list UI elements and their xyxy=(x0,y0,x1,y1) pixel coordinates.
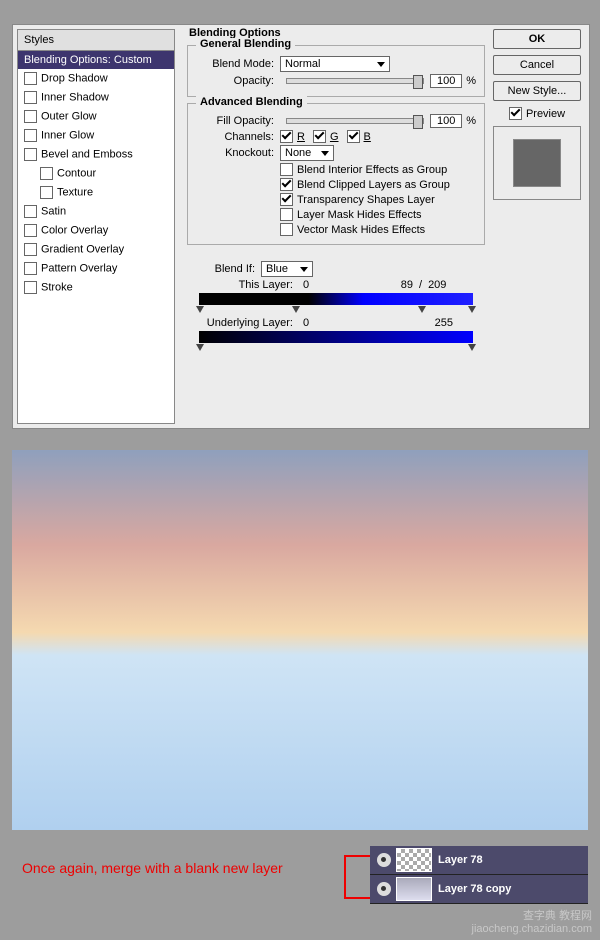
style-list-item[interactable]: Inner Shadow xyxy=(18,88,174,107)
annotation-text: Once again, merge with a blank new layer xyxy=(22,860,283,876)
clipped-layers-checkbox[interactable] xyxy=(280,178,293,191)
ok-button[interactable]: OK xyxy=(493,29,581,49)
interior-effects-checkbox[interactable] xyxy=(280,163,293,176)
dialog-buttons: OK Cancel New Style... Preview xyxy=(493,25,589,428)
style-list-item[interactable]: Color Overlay xyxy=(18,221,174,240)
style-checkbox[interactable] xyxy=(24,205,37,218)
underlying-layer-label: Underlying Layer: xyxy=(195,317,293,329)
chevron-down-icon xyxy=(321,151,329,156)
style-list-item[interactable]: Contour xyxy=(18,164,174,183)
vector-mask-checkbox[interactable] xyxy=(280,223,293,236)
chevron-down-icon xyxy=(300,267,308,272)
style-list-item[interactable]: Bevel and Emboss xyxy=(18,145,174,164)
style-checkbox[interactable] xyxy=(24,281,37,294)
style-list-item[interactable]: Gradient Overlay xyxy=(18,240,174,259)
blend-mode-label: Blend Mode: xyxy=(196,58,274,70)
layer-row[interactable]: Layer 78 xyxy=(370,846,588,875)
visibility-icon[interactable] xyxy=(377,882,391,896)
opacity-input[interactable]: 100 xyxy=(430,74,462,88)
blend-mode-select[interactable]: Normal xyxy=(280,56,390,72)
channels-label: Channels: xyxy=(196,131,274,143)
result-image xyxy=(12,450,588,830)
main-panel: Blending Options General Blending Blend … xyxy=(179,25,493,428)
blend-if-select[interactable]: Blue xyxy=(261,261,313,277)
preview-swatch xyxy=(513,139,561,187)
style-list-item[interactable]: Texture xyxy=(18,183,174,202)
style-checkbox[interactable] xyxy=(24,110,37,123)
blend-if-group: Blend If: Blue This Layer: 0 89 / 209 Un… xyxy=(187,251,485,349)
style-checkbox[interactable] xyxy=(24,91,37,104)
knockout-label: Knockout: xyxy=(196,147,274,159)
layer-thumbnail xyxy=(396,848,432,872)
percent-label: % xyxy=(466,75,476,87)
fill-opacity-label: Fill Opacity: xyxy=(196,115,274,127)
group-title: General Blending xyxy=(196,38,295,50)
style-list-item[interactable]: Inner Glow xyxy=(18,126,174,145)
annotation-arrow-icon xyxy=(344,855,372,899)
style-list-item[interactable]: Pattern Overlay xyxy=(18,259,174,278)
opacity-slider[interactable] xyxy=(286,78,424,84)
layer-name: Layer 78 xyxy=(438,854,483,866)
layer-style-dialog: Styles Blending Options: CustomDrop Shad… xyxy=(12,24,590,429)
styles-panel: Styles Blending Options: CustomDrop Shad… xyxy=(17,29,175,424)
blend-if-label: Blend If: xyxy=(195,263,255,275)
style-checkbox[interactable] xyxy=(40,186,53,199)
channel-g-checkbox[interactable] xyxy=(313,130,326,143)
style-list-item[interactable]: Drop Shadow xyxy=(18,69,174,88)
style-checkbox[interactable] xyxy=(24,129,37,142)
style-list-item[interactable]: Stroke xyxy=(18,278,174,297)
layer-name: Layer 78 copy xyxy=(438,883,511,895)
advanced-blending-group: Advanced Blending Fill Opacity: 100 % Ch… xyxy=(187,103,485,245)
layers-panel: Layer 78 Layer 78 copy xyxy=(370,846,588,904)
underlying-gradient-slider[interactable] xyxy=(199,331,473,343)
style-checkbox[interactable] xyxy=(24,224,37,237)
knockout-select[interactable]: None xyxy=(280,145,334,161)
style-checkbox[interactable] xyxy=(24,72,37,85)
visibility-icon[interactable] xyxy=(377,853,391,867)
watermark: 查字典 教程网 jiaocheng.chazidian.com xyxy=(472,910,592,936)
style-checkbox[interactable] xyxy=(24,262,37,275)
general-blending-group: General Blending Blend Mode: Normal Opac… xyxy=(187,45,485,97)
style-list-item[interactable]: Satin xyxy=(18,202,174,221)
layer-thumbnail xyxy=(396,877,432,901)
transparency-shapes-checkbox[interactable] xyxy=(280,193,293,206)
style-checkbox[interactable] xyxy=(40,167,53,180)
new-style-button[interactable]: New Style... xyxy=(493,81,581,101)
group-title: Advanced Blending xyxy=(196,96,307,108)
channel-r-checkbox[interactable] xyxy=(280,130,293,143)
preview-checkbox[interactable] xyxy=(509,107,522,120)
style-list-item[interactable]: Outer Glow xyxy=(18,107,174,126)
style-checkbox[interactable] xyxy=(24,243,37,256)
this-layer-gradient-slider[interactable] xyxy=(199,293,473,305)
layer-mask-checkbox[interactable] xyxy=(280,208,293,221)
style-list-item[interactable]: Blending Options: Custom xyxy=(18,51,174,69)
style-checkbox[interactable] xyxy=(24,148,37,161)
fill-slider[interactable] xyxy=(286,118,424,124)
this-layer-label: This Layer: xyxy=(195,279,293,291)
channel-b-checkbox[interactable] xyxy=(347,130,360,143)
opacity-label: Opacity: xyxy=(196,75,274,87)
styles-header: Styles xyxy=(18,30,174,51)
percent-label: % xyxy=(466,115,476,127)
chevron-down-icon xyxy=(377,62,385,67)
fill-input[interactable]: 100 xyxy=(430,114,462,128)
cancel-button[interactable]: Cancel xyxy=(493,55,581,75)
layer-row[interactable]: Layer 78 copy xyxy=(370,875,588,904)
